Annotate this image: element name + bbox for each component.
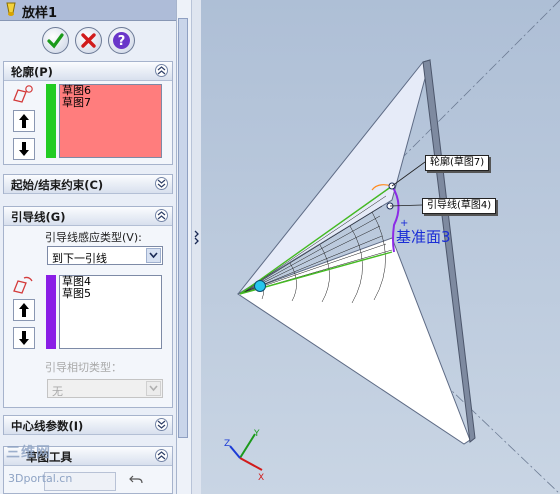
undo-icon[interactable] <box>129 474 143 486</box>
feature-title-bar: 放样1 <box>0 0 176 21</box>
profile-callout[interactable]: 轮廓(草图7) <box>425 155 490 171</box>
move-up-button[interactable] <box>13 299 35 321</box>
expand-chevron-icon[interactable] <box>155 418 168 431</box>
constraints-group-header[interactable]: 起始/结束约束(C) <box>4 175 172 194</box>
list-item[interactable]: 草图5 <box>60 288 161 300</box>
collapse-chevron-icon[interactable] <box>155 449 168 462</box>
splitter-grip-icon[interactable] <box>194 228 200 246</box>
close-icon <box>81 33 96 48</box>
profile-color-strip <box>46 84 56 158</box>
centerline-group-title: 中心线参数(I) <box>11 419 84 433</box>
move-down-button[interactable] <box>13 327 35 349</box>
ok-button[interactable] <box>42 27 69 54</box>
axis-y-label: Y <box>253 429 260 439</box>
profiles-list[interactable]: 草图6 草图7 <box>59 84 162 158</box>
guide-tangency-select[interactable]: 无 <box>47 379 163 398</box>
centerline-group-header[interactable]: 中心线参数(I) <box>4 416 172 435</box>
checkmark-icon <box>47 33 64 49</box>
graphics-viewport[interactable]: Y X Z + 轮廓(草图7) 引导线(草图4) <box>201 0 560 494</box>
guides-group: 引导线(G) 引导线感应类型(V): 到下一引线 草图4 草图5 引导相切类型： <box>3 206 173 408</box>
profiles-group-header[interactable]: 轮廓(P) <box>4 62 172 81</box>
plane-label: 基准面3 <box>396 228 451 246</box>
arrow-down-icon <box>19 331 29 345</box>
profile-icon <box>13 85 33 103</box>
list-item[interactable]: 草图7 <box>60 97 161 109</box>
guide-tangency-label: 引导相切类型： <box>45 361 122 374</box>
model-view: Y X Z + <box>201 0 560 494</box>
guide-curve-icon <box>13 276 33 294</box>
constraints-group-title: 起始/结束约束(C) <box>11 178 104 192</box>
arrow-up-icon <box>19 303 29 317</box>
svg-text:?: ? <box>118 34 126 49</box>
axis-x-label: X <box>258 473 264 483</box>
watermark-logo: 三维网 <box>6 445 51 461</box>
chevron-down-icon[interactable] <box>146 381 161 396</box>
axis-z-label: Z <box>224 439 230 449</box>
start-point-handle <box>254 280 266 292</box>
centerline-group: 中心线参数(I) <box>3 415 173 435</box>
profiles-group-title: 轮廓(P) <box>11 65 53 79</box>
help-button[interactable]: ? <box>108 27 135 54</box>
loft-feature-icon <box>6 2 16 16</box>
feature-title: 放样1 <box>22 6 58 21</box>
profiles-group: 轮廓(P) 草图6 草图7 <box>3 61 173 165</box>
guide-callout[interactable]: 引导线(草图4) <box>422 198 497 214</box>
watermark-url: 3Dportal.cn <box>8 472 73 485</box>
scrollbar-thumb[interactable] <box>178 18 188 438</box>
guide-influence-select[interactable]: 到下一引线 <box>47 246 163 265</box>
guide-color-strip <box>46 275 56 349</box>
guide-tangency-value: 无 <box>52 385 63 398</box>
arrow-up-icon <box>19 114 29 128</box>
guides-group-title: 引导线(G) <box>11 210 66 224</box>
collapse-chevron-icon[interactable] <box>155 64 168 77</box>
guides-group-header[interactable]: 引导线(G) <box>4 207 172 226</box>
cancel-button[interactable] <box>75 27 102 54</box>
move-up-button[interactable] <box>13 110 35 132</box>
arrow-down-icon <box>19 142 29 156</box>
help-icon: ? <box>113 32 130 49</box>
guides-list[interactable]: 草图4 草图5 <box>59 275 162 349</box>
constraints-group: 起始/结束约束(C) <box>3 174 173 194</box>
guide-influence-label: 引导线感应类型(V): <box>45 231 142 244</box>
property-manager: 放样1 ? 轮廓(P) 草图6 草图7 起始/结束约束(C) 引导线(G) 引导… <box>0 0 177 494</box>
guide-influence-value: 到下一引线 <box>52 252 107 265</box>
chevron-down-icon[interactable] <box>146 248 161 263</box>
collapse-chevron-icon[interactable] <box>155 209 168 222</box>
expand-chevron-icon[interactable] <box>155 177 168 190</box>
move-down-button[interactable] <box>13 138 35 160</box>
